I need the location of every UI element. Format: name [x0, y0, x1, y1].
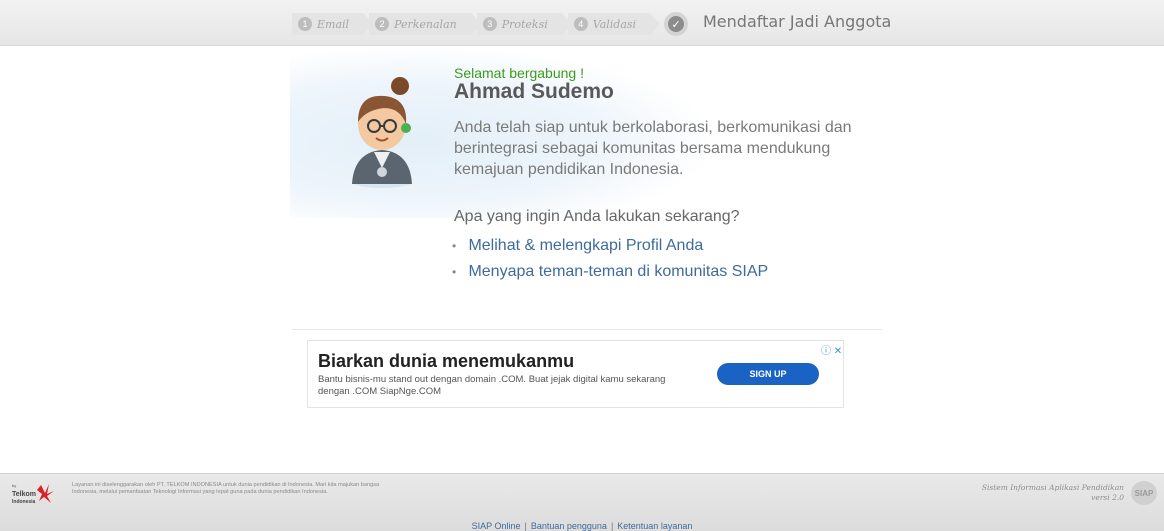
user-name: Ahmad Sudemo [454, 80, 614, 103]
telkom-logo: by Telkom Indonesia [12, 483, 54, 505]
ad-body: Bantu bisnis-mu stand out dengan domain … [318, 374, 666, 397]
step-proteksi: 3 Proteksi [476, 13, 572, 35]
profile-link[interactable]: Melihat & melengkapi Profil Anda [468, 237, 703, 254]
step-label: Proteksi [501, 17, 548, 31]
system-info: Sistem Informasi Aplikasi Pendidikan ver… [982, 483, 1124, 503]
step-label: Perkenalan [394, 17, 457, 31]
ad-signup-button[interactable]: SIGN UP [717, 363, 819, 385]
siap-logo: SIAP [1131, 481, 1157, 505]
intro-text: Anda telah siap untuk berkolaborasi, ber… [454, 119, 852, 178]
page-heading: Mendaftar Jadi Anggota [703, 12, 892, 31]
footer-links: SIAP Online | Bantuan pengguna | Ketentuan l… [0, 521, 1164, 531]
step-perkenalan: 2 Perkenalan [369, 13, 481, 35]
system-name: Sistem Informasi Aplikasi Pendidikan [981, 483, 1124, 492]
next-step-question: Apa yang ingin Anda lakukan sekarang? [454, 208, 740, 225]
ad-title: Biarkan dunia menemukanmu [318, 351, 575, 371]
list-item: • Menyapa teman-teman di komunitas SIAP [452, 263, 768, 289]
action-list: • Melihat & melengkapi Profil Anda • Men… [452, 237, 768, 289]
system-version: versi 2.0 [1091, 493, 1124, 502]
step-label: Validasi [592, 17, 637, 31]
step-number: 4 [573, 17, 588, 31]
separator: | [610, 521, 614, 531]
checkmark-icon: ✓ [668, 16, 685, 32]
bullet-icon: • [452, 239, 457, 253]
list-item: • Melihat & melengkapi Profil Anda [452, 237, 768, 263]
footer: by Telkom Indonesia Layanan ini diseleng… [0, 473, 1164, 531]
help-link[interactable]: Bantuan pengguna [531, 521, 607, 531]
registration-header: 1 Email 2 Perkenalan 3 Proteksi 4 Valida… [0, 0, 1164, 46]
step-label: Email [317, 17, 350, 31]
logo-sub-text: Indonesia [12, 499, 36, 505]
step-validasi: 4 Validasi [567, 13, 661, 35]
close-icon[interactable]: ✕ [834, 346, 842, 357]
divider [292, 329, 882, 330]
logo-name-text: Telkom [12, 491, 36, 498]
step-number: 2 [375, 17, 390, 31]
step-email: 1 Email [292, 13, 374, 35]
avatar-illustration [352, 77, 412, 188]
step-complete: ✓ [664, 12, 689, 36]
terms-link[interactable]: Ketentuan layanan [617, 521, 692, 531]
logo-by-text: by [12, 483, 16, 488]
registration-steps: 1 Email 2 Perkenalan 3 Proteksi 4 Valida… [292, 12, 689, 36]
separator: | [524, 521, 527, 531]
bullet-icon: • [452, 265, 457, 279]
info-icon[interactable]: ⓘ [821, 346, 831, 357]
footer-description: Layanan ini diselenggarakan oleh PT. TEL… [72, 482, 380, 495]
advertisement[interactable]: Biarkan dunia menemukanmu Bantu bisnis-m… [307, 340, 844, 408]
step-number: 1 [298, 17, 312, 31]
ad-controls: ⓘ ✕ [821, 342, 842, 357]
community-link[interactable]: Menyapa teman-teman di komunitas SIAP [468, 263, 768, 280]
step-number: 3 [482, 17, 497, 31]
siap-online-link[interactable]: SIAP Online [472, 521, 521, 531]
welcome-message: Selamat bergabung ! [454, 65, 584, 81]
